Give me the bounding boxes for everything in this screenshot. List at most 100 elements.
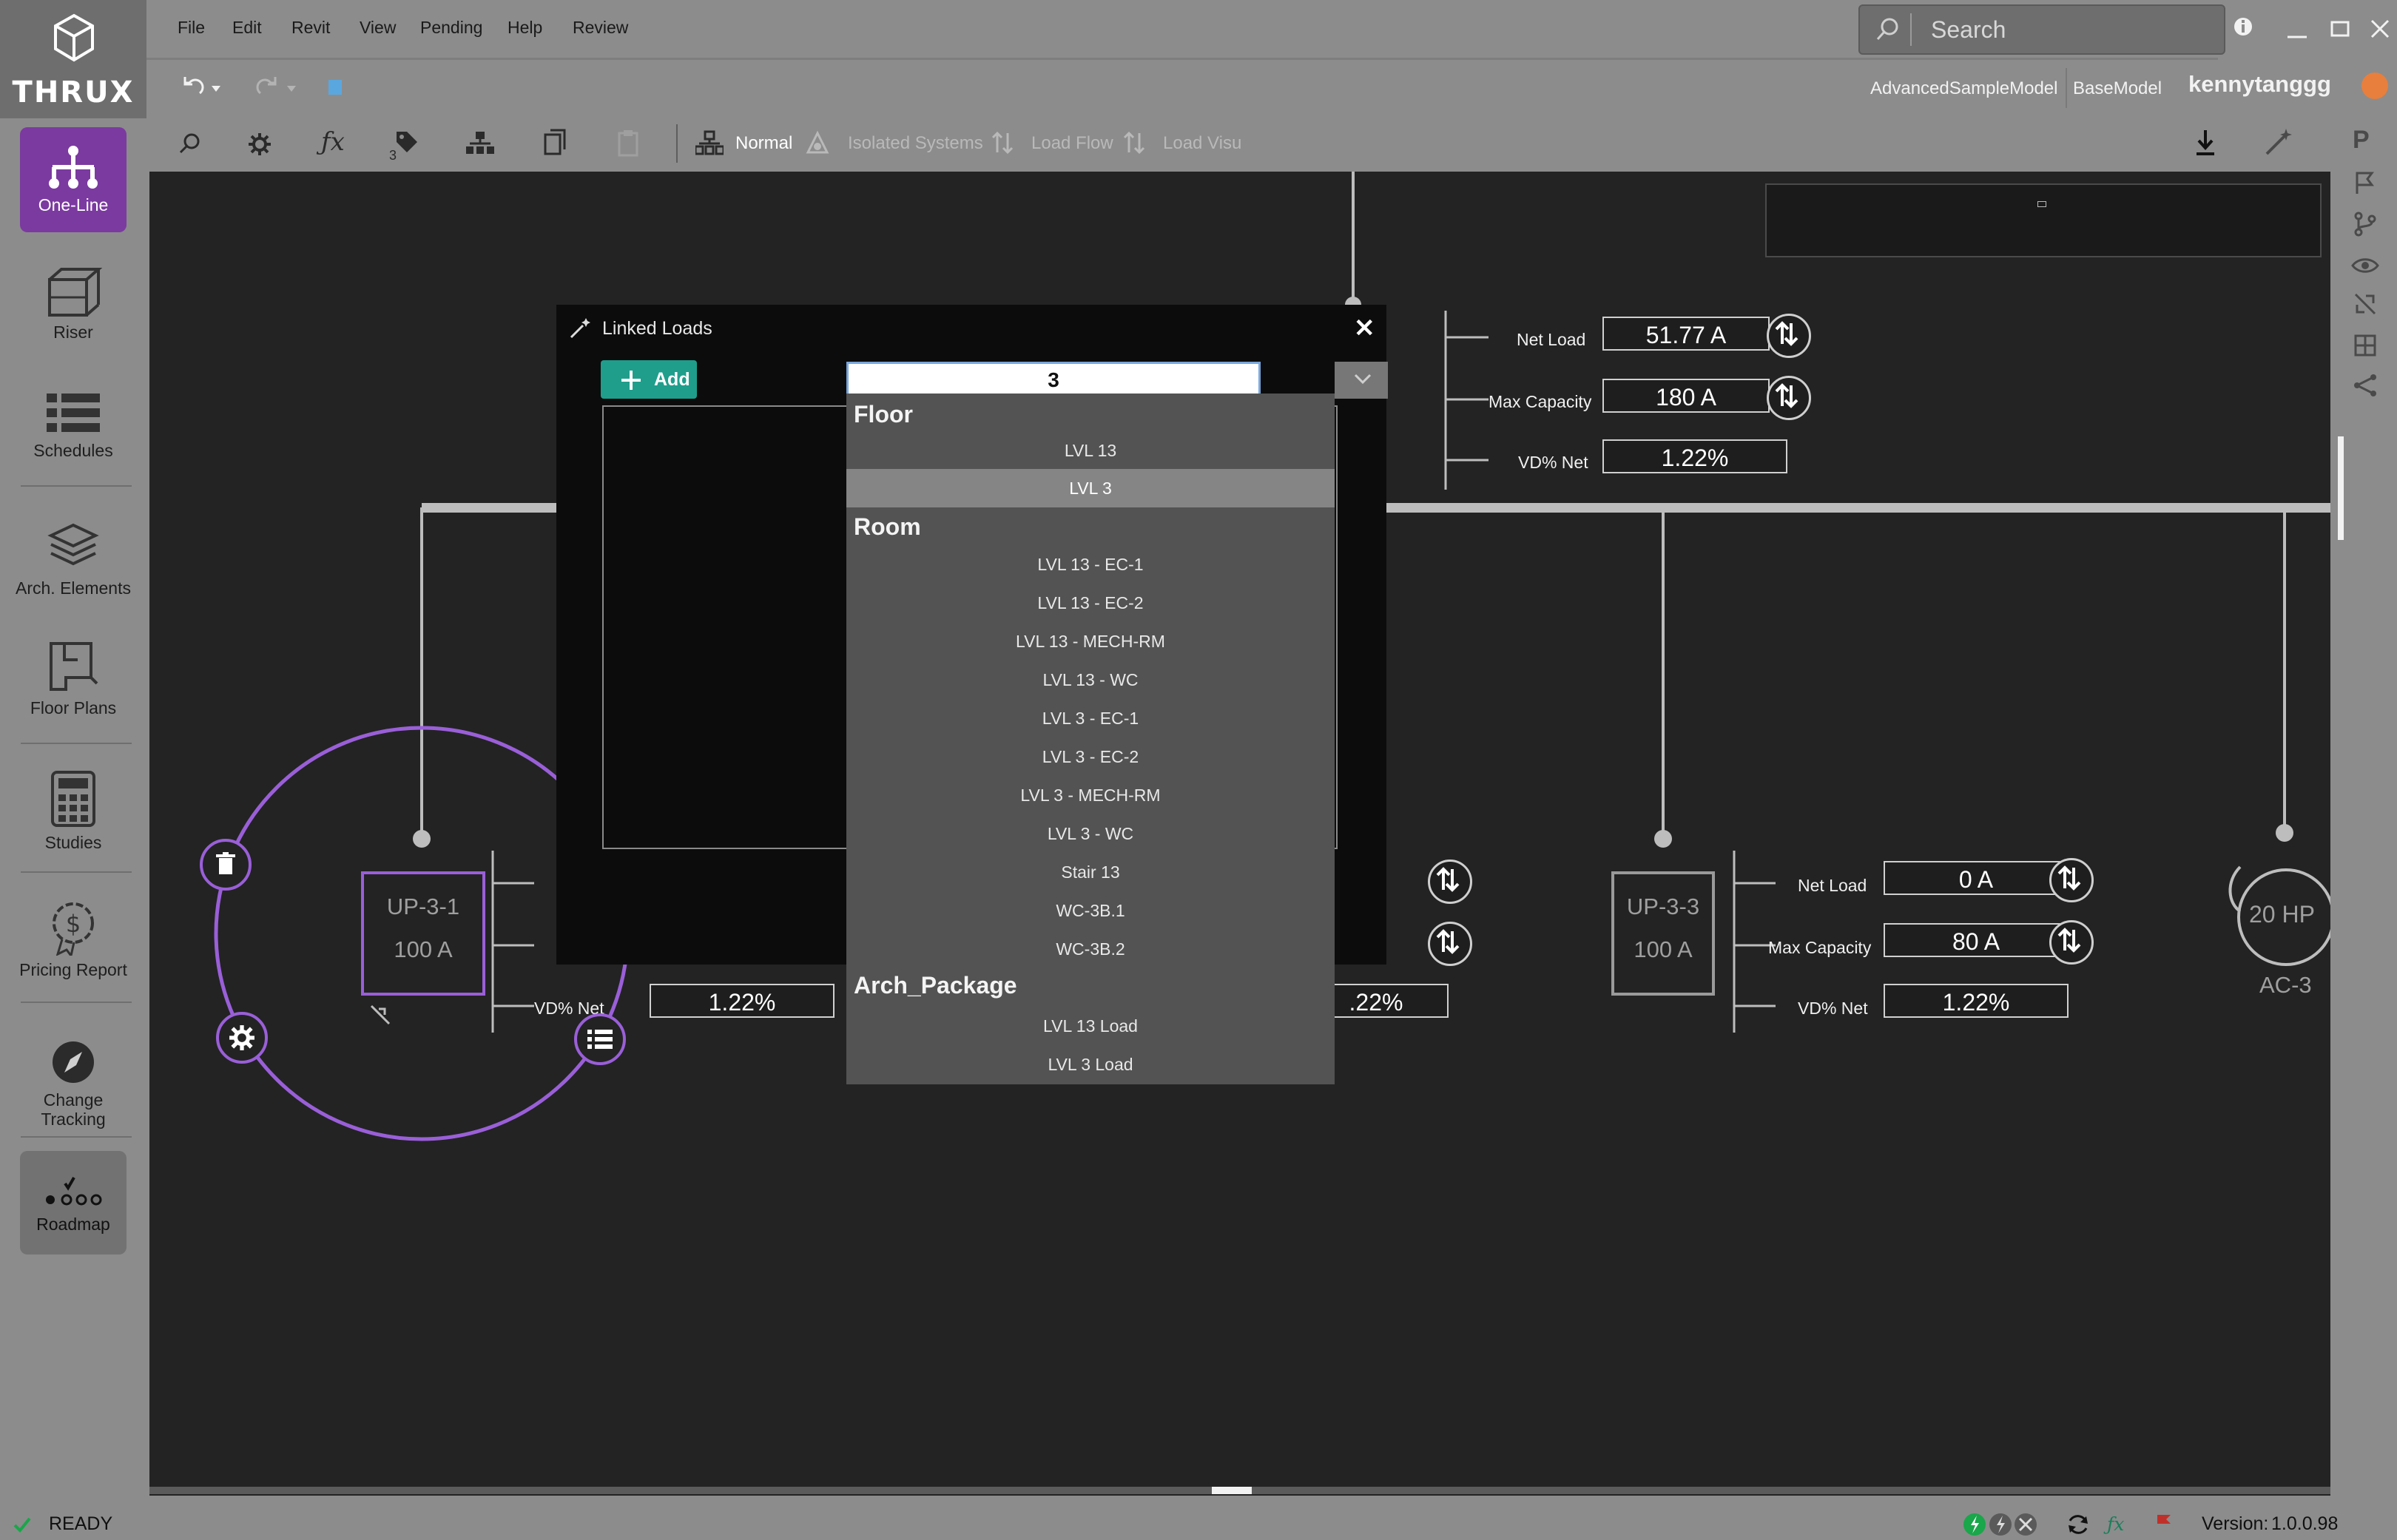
eye-icon[interactable] — [2351, 256, 2379, 275]
nav-pricing-report[interactable]: $ Pricing Report — [0, 901, 146, 980]
dialog-title: Linked Loads — [602, 318, 712, 339]
top-max-capacity-swap-button[interactable] — [1767, 376, 1811, 420]
panel-up-3-3[interactable]: UP-3-3 100 A — [1611, 871, 1715, 996]
flag-icon[interactable] — [2353, 170, 2378, 195]
pricing-icon: $ — [53, 902, 94, 956]
menu-review[interactable]: Review — [573, 18, 628, 38]
menu-file[interactable]: File — [178, 18, 205, 38]
isolate-icon — [806, 130, 829, 154]
top-net-load-swap-button[interactable] — [1767, 314, 1811, 358]
nav-change-tracking[interactable]: Change Tracking — [0, 1039, 146, 1129]
copy-icon[interactable] — [543, 129, 567, 157]
magic-wand-icon[interactable] — [2264, 127, 2293, 157]
download-icon[interactable] — [2194, 129, 2216, 157]
view-mode-normal[interactable]: Normal — [735, 133, 792, 154]
dropdown-item[interactable]: WC-3B.1 — [846, 901, 1335, 921]
dropdown-group-header: Room — [854, 513, 921, 540]
arch-elements-icon — [47, 523, 99, 566]
close-icon[interactable]: ✕ — [1354, 314, 1375, 343]
panel-2-net-load-swap-button[interactable] — [1428, 860, 1472, 904]
version-label: Version: — [2202, 1513, 2269, 1534]
user-name[interactable]: kennytanggg — [2188, 71, 2331, 98]
dropdown-item-selected[interactable]: LVL 3 — [846, 469, 1335, 507]
panel-list-button[interactable] — [574, 1013, 626, 1065]
dropdown-item[interactable]: LVL 3 - WC — [846, 824, 1335, 844]
dropdown-item[interactable]: LVL 3 - MECH-RM — [846, 786, 1335, 806]
grid-icon[interactable] — [2353, 333, 2378, 358]
menu-help[interactable]: Help — [508, 18, 542, 38]
search-box[interactable]: Search — [1858, 4, 2225, 55]
combo-dropdown-button[interactable] — [1335, 362, 1388, 399]
menu-pending[interactable]: Pending — [420, 18, 482, 38]
view-mode-load-flow[interactable]: Load Flow — [1031, 133, 1113, 154]
right-rail: P — [2338, 118, 2397, 1496]
dropdown-item[interactable]: LVL 3 - EC-2 — [846, 747, 1335, 767]
flag-status-icon[interactable] — [2154, 1513, 2175, 1536]
app-logo-text: THRUX — [12, 75, 135, 109]
breadcrumb-model[interactable]: AdvancedSampleModel — [1870, 78, 2058, 99]
nav-studies[interactable]: Studies — [0, 769, 146, 853]
view-mode-isolated[interactable]: Isolated Systems — [848, 133, 983, 154]
view-mode-load-visual[interactable]: Load Visu — [1163, 133, 1241, 154]
dropdown-item[interactable]: LVL 13 - EC-2 — [846, 593, 1335, 613]
nav-riser[interactable]: Riser — [0, 266, 146, 342]
unlink-icon[interactable] — [2353, 291, 2378, 317]
nav-roadmap[interactable]: Roadmap — [20, 1151, 127, 1254]
dropdown-item[interactable]: LVL 13 — [846, 441, 1335, 461]
panel-settings-button[interactable] — [216, 1012, 268, 1064]
search-input[interactable]: Search — [1931, 16, 2006, 44]
avatar[interactable] — [2361, 72, 2388, 99]
menu-view[interactable]: View — [360, 18, 396, 38]
nav-label: Schedules — [33, 441, 113, 460]
panel-3-max-capacity-value: 80 A — [1884, 923, 2069, 957]
delete-button[interactable] — [200, 839, 252, 891]
hierarchy-icon[interactable] — [466, 130, 494, 155]
one-line-icon — [49, 146, 98, 189]
horizontal-scrollbar[interactable] — [149, 1487, 2330, 1494]
connection-status-icons[interactable] — [1962, 1512, 2043, 1537]
add-button[interactable]: Add — [601, 360, 697, 399]
info-icon[interactable] — [2233, 16, 2253, 37]
nav-floor-plans[interactable]: Floor Plans — [0, 638, 146, 718]
formula-icon[interactable]: ƒx — [321, 127, 345, 157]
left-nav: THRUX One-Line Riser Schedules Arch. Ele… — [0, 0, 146, 1509]
sync-icon[interactable] — [2066, 1512, 2091, 1537]
zoom-icon[interactable] — [178, 132, 201, 155]
panel-3-net-load-swap-button[interactable] — [2049, 858, 2094, 902]
properties-icon[interactable]: P — [2353, 126, 2370, 155]
nav-schedules[interactable]: Schedules — [0, 391, 146, 461]
unlink-small-icon[interactable] — [368, 1003, 392, 1027]
dropdown-item[interactable]: LVL 3 Load — [846, 1055, 1335, 1075]
dropdown-item[interactable]: LVL 13 Load — [846, 1016, 1335, 1036]
horizontal-scrollbar-thumb[interactable] — [1212, 1487, 1252, 1494]
dropdown-item[interactable]: LVL 13 - MECH-RM — [846, 632, 1335, 652]
nav-one-line[interactable]: One-Line — [20, 127, 127, 232]
panel-up-3-1[interactable]: UP-3-1 100 A — [361, 871, 485, 996]
dropdown-item[interactable]: WC-3B.2 — [846, 939, 1335, 959]
menu-edit[interactable]: Edit — [232, 18, 262, 38]
branch-icon[interactable] — [2353, 212, 2378, 237]
menu-revit[interactable]: Revit — [291, 18, 330, 38]
dropdown-item[interactable]: LVL 3 - EC-1 — [846, 709, 1335, 729]
dropdown-item[interactable]: Stair 13 — [846, 862, 1335, 882]
swap-arrows-icon — [1436, 929, 1460, 954]
formula-status-icon[interactable]: ƒx — [2107, 1513, 2124, 1535]
edit-actions[interactable] — [179, 74, 342, 104]
combo-dropdown-list[interactable]: Floor LVL 13 LVL 3 Room LVL 13 - EC-1 LV… — [846, 394, 1335, 1084]
panel-2-max-capacity-swap-button[interactable] — [1428, 922, 1472, 966]
gear-icon — [229, 1025, 254, 1050]
dropdown-item[interactable]: LVL 13 - EC-1 — [846, 555, 1335, 575]
breadcrumb-base[interactable]: BaseModel — [2073, 78, 2162, 99]
nav-arch-elements[interactable]: Arch. Elements — [0, 518, 146, 598]
swap-arrows-icon — [1775, 383, 1798, 408]
tree-view-icon[interactable] — [695, 130, 724, 155]
motor-rating[interactable]: 20 HP — [2249, 901, 2315, 928]
settings-gear-icon[interactable] — [247, 132, 272, 157]
share-icon[interactable] — [2353, 373, 2378, 398]
motor-name[interactable]: AC-3 — [2259, 972, 2312, 999]
tag-icon[interactable] — [394, 129, 419, 154]
nav-divider — [21, 743, 132, 744]
dropdown-item[interactable]: LVL 13 - WC — [846, 670, 1335, 690]
panel-3-max-capacity-swap-button[interactable] — [2049, 920, 2094, 965]
vertical-scrollbar-thumb[interactable] — [2338, 436, 2344, 540]
